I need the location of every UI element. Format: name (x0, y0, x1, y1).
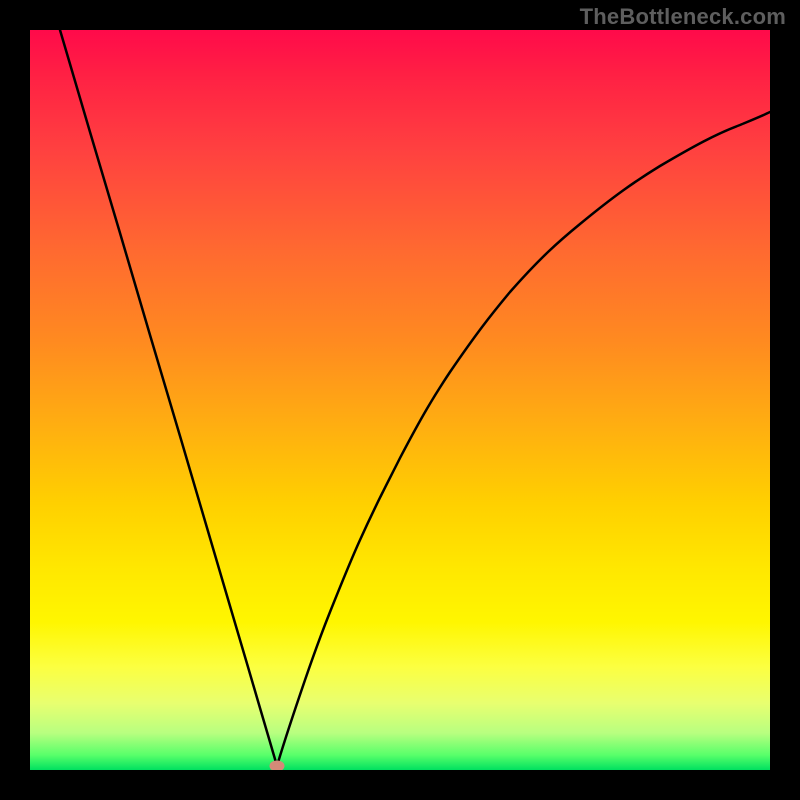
left-branch-path (60, 30, 277, 766)
plot-area (30, 30, 770, 770)
minimum-marker (270, 761, 284, 770)
bottleneck-curve (30, 30, 770, 770)
watermark-text: TheBottleneck.com (580, 4, 786, 30)
right-branch-path (277, 112, 770, 766)
chart-frame: TheBottleneck.com (0, 0, 800, 800)
